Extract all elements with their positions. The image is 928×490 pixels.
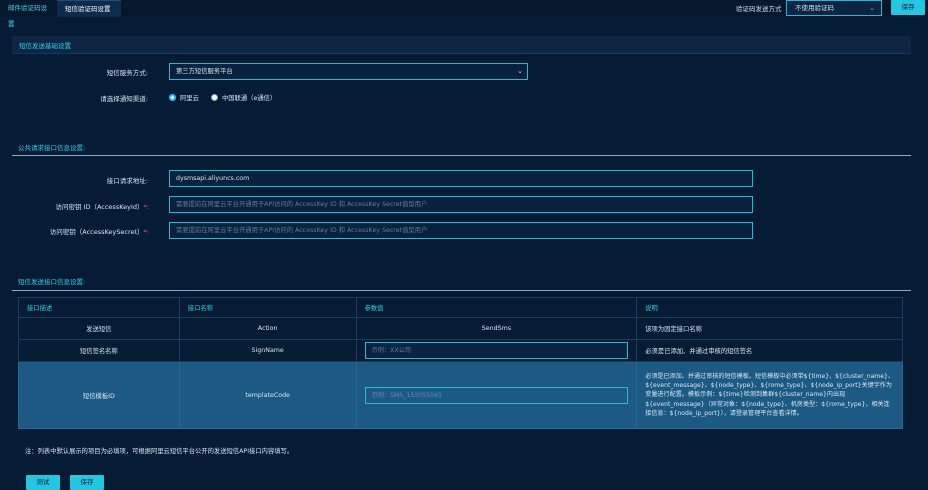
row-value-cell: 示例：XX公司 (355, 339, 638, 362)
tab-sms-code[interactable]: 短信验证码设置 (57, 0, 121, 17)
service-mode-value: 第三方短信服务平台 (176, 68, 233, 75)
interface-table: 接口描述 接口名称 参数值 说明 发送短信 Action SendSms 该项为… (18, 297, 903, 429)
public-settings-title: 公共请求接口信息设置: (18, 144, 86, 152)
send-mode-label: 验证码发送方式 (736, 5, 782, 13)
basic-settings-title: 短信发送基础设置 (19, 42, 71, 50)
row-desc: 短信签名名称 (18, 339, 180, 362)
header-note: 说明 (636, 297, 903, 318)
secret-label: 访问密钥（AccessKeySecret）*: (49, 228, 149, 236)
url-input[interactable]: dysmsapi.aliyuncs.com (169, 170, 753, 187)
keyid-label: 访问密钥 ID（AccessKeyId）*: (55, 203, 149, 211)
url-label: 接口请求地址: (106, 177, 148, 185)
chevron-down-icon: ⌄ (517, 67, 523, 75)
divider (12, 155, 911, 156)
keyid-input[interactable]: 需要提前在阿里云平台开通用于API访问的 AccessKey ID 和 Acce… (169, 196, 753, 213)
row-name: Action (178, 317, 357, 340)
required-mark: *: (143, 228, 149, 236)
header-name: 接口名称 (178, 297, 357, 318)
row-note: 必须是已添加、并通过审核的短信签名 (636, 339, 903, 362)
tab-email-code[interactable]: 邮件验证码设置 (0, 0, 57, 28)
send-mode-value: 不使用验证码 (795, 4, 834, 12)
send-mode-select[interactable]: 不使用验证码 ⌄ (786, 0, 882, 16)
footer-note: 注：列表中默认展示的项目为必填项，可根据阿里云短信平台公开的发送短信API接口内… (25, 448, 294, 455)
template-code-input[interactable]: 示例：SMS_153055065 (364, 386, 629, 404)
service-mode-select[interactable]: 第三方短信服务平台 ⌄ (169, 63, 528, 80)
table-row: 发送短信 Action SendSms 该项为固定接口名称 (18, 317, 903, 340)
radio-aliyun[interactable]: 阿里云 (169, 93, 199, 102)
table-row: 短信模板ID templateCode 示例：SMS_153055065 必须是… (18, 361, 903, 429)
row-desc: 短信模板ID (18, 361, 180, 429)
row-name: templateCode (178, 361, 357, 429)
basic-settings-header: 短信发送基础设置 (12, 36, 911, 54)
service-mode-label: 短信服务方式: (106, 69, 148, 77)
interface-settings-title: 短信发送接口信息设置: (18, 278, 86, 286)
header-desc: 接口描述 (18, 297, 180, 318)
channel-label: 请选择通知渠道: (100, 95, 148, 103)
radio-china-unicom-label: 中国联通（e通信） (222, 95, 277, 102)
table-row: 短信签名名称 SignName 示例：XX公司 必须是已添加、并通过审核的短信签… (18, 339, 903, 362)
radio-china-unicom[interactable]: 中国联通（e通信） (211, 93, 276, 102)
chevron-down-icon: ⌄ (869, 4, 875, 12)
header-value: 参数值 (355, 297, 638, 318)
required-mark: *: (143, 203, 149, 211)
row-name: SignName (178, 339, 357, 362)
divider (12, 290, 911, 291)
sign-name-input[interactable]: 示例：XX公司 (364, 342, 629, 359)
top-bar: 邮件验证码设置 短信验证码设置 验证码发送方式 不使用验证码 ⌄ 保存 (0, 0, 928, 28)
save-button-top[interactable]: 保存 (891, 0, 925, 15)
test-button[interactable]: 测试 (26, 475, 60, 490)
radio-unselected-icon (211, 94, 218, 101)
row-note: 必须是已添加、并通过审核的短信模板。短信模板中必须带${time}、${clus… (636, 361, 903, 429)
radio-aliyun-label: 阿里云 (180, 95, 199, 102)
save-button[interactable]: 保存 (70, 475, 104, 490)
table-header-row: 接口描述 接口名称 参数值 说明 (18, 297, 903, 318)
row-value-cell: 示例：SMS_153055065 (355, 361, 638, 429)
row-desc: 发送短信 (18, 317, 180, 340)
secret-input[interactable]: 需要提前在阿里云平台开通用于API访问的 AccessKey ID 和 Acce… (169, 222, 753, 239)
radio-selected-icon (169, 94, 176, 101)
row-note: 该项为固定接口名称 (636, 317, 903, 340)
row-value: SendSms (355, 317, 638, 340)
